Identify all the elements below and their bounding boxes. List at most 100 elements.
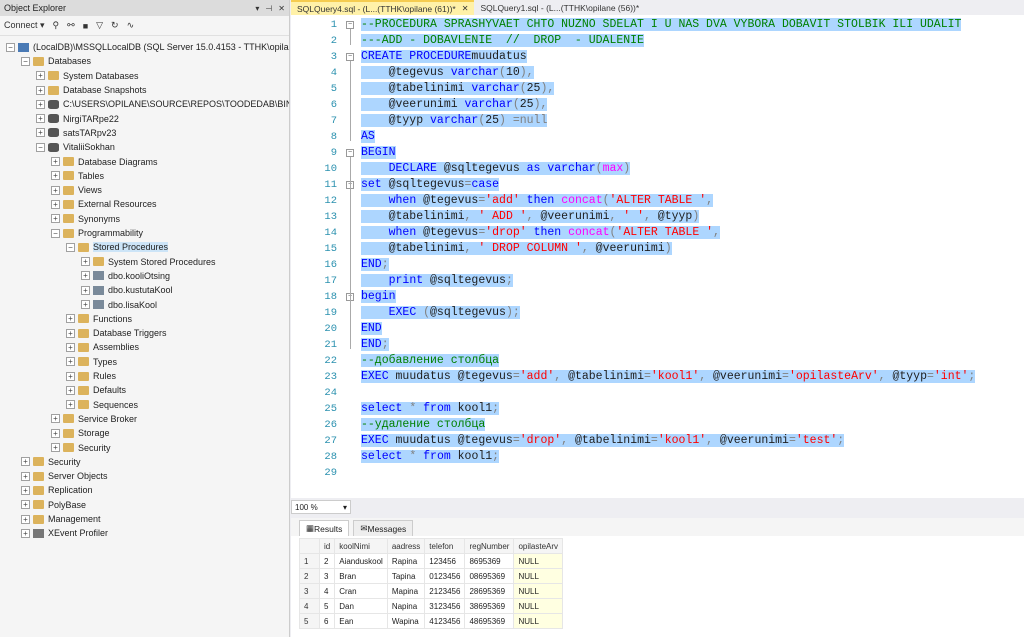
row-number[interactable]: 5 xyxy=(299,613,320,629)
expander-icon[interactable]: + xyxy=(51,414,60,424)
code-line[interactable]: when @tegevus='add' then concat('ALTER T… xyxy=(361,193,714,209)
table-cell[interactable]: 3123456 xyxy=(424,598,466,614)
close-icon[interactable]: ✕ xyxy=(278,4,285,13)
expander-icon[interactable]: + xyxy=(51,199,60,209)
code-line[interactable]: @tabelinimi, ' DROP COLUMN ', @veerunimi… xyxy=(361,241,672,257)
tree-node[interactable]: + Storage xyxy=(51,426,110,440)
tree-node[interactable]: + XEvent Profiler xyxy=(21,526,108,540)
table-cell[interactable]: 6 xyxy=(318,613,336,629)
pin-icon[interactable]: ⊣ xyxy=(265,4,272,13)
expander-icon[interactable]: + xyxy=(66,342,75,352)
expander-icon[interactable]: − xyxy=(66,242,75,252)
table-cell[interactable]: Cran xyxy=(334,583,388,599)
collapse-icon[interactable]: − xyxy=(346,53,354,61)
table-cell[interactable]: 3 xyxy=(318,568,336,584)
table-cell[interactable]: NULL xyxy=(513,598,564,614)
code-line[interactable]: --удаление столбца xyxy=(361,417,486,433)
code-line[interactable]: --добавление столбца xyxy=(361,353,500,369)
tree-node[interactable]: + C:\USERS\OPILANE\SOURCE\REPOS\TOODEDAB\… xyxy=(36,97,289,111)
tree-node[interactable]: − VitaliiSokhan xyxy=(36,140,115,154)
table-cell[interactable]: NULL xyxy=(513,613,564,629)
code-line[interactable]: set @sqltegevus=case xyxy=(361,177,500,193)
table-cell[interactable]: 123456 xyxy=(424,553,466,569)
tree-node[interactable]: − (LocalDB)\MSSQLLocalDB (SQL Server 15.0… xyxy=(6,40,289,54)
code-line[interactable]: EXEC (@sqltegevus); xyxy=(361,305,520,321)
row-number[interactable]: 3 xyxy=(299,583,320,599)
tree-node[interactable]: + Sequences xyxy=(66,398,138,412)
table-cell[interactable]: 0123456 xyxy=(424,568,466,584)
stop-icon[interactable]: ■ xyxy=(83,21,88,31)
table-cell[interactable]: 48695369 xyxy=(464,613,515,629)
expander-icon[interactable]: + xyxy=(51,428,60,438)
results-grid[interactable]: id koolNimi aadress telefon regNumber opilast… xyxy=(299,538,564,629)
query-tab[interactable]: SQLQuery4.sql - (L...(TTHK\opilane (61))… xyxy=(291,0,475,15)
code-line[interactable]: @tyyp varchar(25) =null xyxy=(361,113,548,129)
expander-icon[interactable]: + xyxy=(21,528,30,538)
table-cell[interactable]: Mapina xyxy=(386,583,426,599)
code-line[interactable]: @tegevus varchar(10), xyxy=(361,65,534,81)
expander-icon[interactable]: + xyxy=(36,99,45,109)
tree-node[interactable]: + Security xyxy=(51,440,111,454)
expander-icon[interactable]: − xyxy=(36,142,45,152)
tree-node[interactable]: + Service Broker xyxy=(51,412,137,426)
code-line[interactable]: @veerunimi varchar(25), xyxy=(361,97,548,113)
column-header[interactable]: id xyxy=(318,538,336,554)
expander-icon[interactable]: + xyxy=(81,285,90,295)
table-cell[interactable]: Bran xyxy=(334,568,388,584)
column-header[interactable]: regNumber xyxy=(464,538,515,554)
table-cell[interactable]: Tapina xyxy=(386,568,426,584)
tree-node[interactable]: + NirgiTARpe22 xyxy=(36,112,119,126)
code-line[interactable]: END; xyxy=(361,337,389,353)
column-header[interactable]: telefon xyxy=(424,538,466,554)
code-line[interactable]: @tabelinimi, ' ADD ', @veerunimi, ' ', @… xyxy=(361,209,700,225)
table-cell[interactable]: 5 xyxy=(318,598,336,614)
table-cell[interactable]: Ean xyxy=(334,613,388,629)
tree-node[interactable]: − Databases xyxy=(21,54,91,68)
expander-icon[interactable]: + xyxy=(81,300,90,310)
expander-icon[interactable]: + xyxy=(21,457,30,467)
zoom-selector[interactable]: 100 % ▾ xyxy=(291,500,351,514)
refresh-icon[interactable]: ↻ xyxy=(111,20,119,31)
table-cell[interactable]: 2123456 xyxy=(424,583,466,599)
tree-node[interactable]: + External Resources xyxy=(51,197,157,211)
activity-monitor-icon[interactable]: ∿ xyxy=(127,20,135,31)
dropdown-icon[interactable]: ▾ xyxy=(255,4,259,13)
tree-node[interactable]: + dbo.kustutaKool xyxy=(81,283,173,297)
expander-icon[interactable]: + xyxy=(51,185,60,195)
code-line[interactable]: AS xyxy=(361,129,375,145)
expander-icon[interactable]: + xyxy=(36,85,45,95)
expander-icon[interactable]: + xyxy=(36,114,45,124)
expander-icon[interactable]: + xyxy=(21,471,30,481)
code-line[interactable]: EXEC muudatus @tegevus='add', @tabelinim… xyxy=(361,369,976,385)
tree-node[interactable]: + Views xyxy=(51,183,102,197)
code-line[interactable]: BEGIN xyxy=(361,145,396,161)
column-header[interactable]: opilasteArv xyxy=(513,538,564,554)
expander-icon[interactable]: + xyxy=(36,128,45,138)
table-cell[interactable]: Rapina xyxy=(386,553,426,569)
code-line[interactable]: select * from kool1; xyxy=(361,449,500,465)
table-cell[interactable]: 28695369 xyxy=(464,583,515,599)
expander-icon[interactable]: + xyxy=(51,443,60,453)
expander-icon[interactable]: + xyxy=(36,71,45,81)
code-line[interactable]: select * from kool1; xyxy=(361,401,500,417)
table-cell[interactable]: Aianduskool xyxy=(334,553,388,569)
expander-icon[interactable]: + xyxy=(66,314,75,324)
table-cell[interactable]: Wapina xyxy=(386,613,426,629)
tree-node[interactable]: + Server Objects xyxy=(21,469,108,483)
row-number[interactable]: 1 xyxy=(299,553,320,569)
expander-icon[interactable]: + xyxy=(21,500,30,510)
connect-plug-icon[interactable]: ⚲ xyxy=(53,20,60,31)
row-number[interactable]: 2 xyxy=(299,568,320,584)
tree-node[interactable]: + Security xyxy=(21,455,81,469)
tree-node[interactable]: + Management xyxy=(21,512,101,526)
collapse-icon[interactable]: − xyxy=(346,21,354,29)
table-cell[interactable]: 2 xyxy=(318,553,336,569)
results-tab[interactable]: ▦ Results xyxy=(299,520,350,536)
code-line[interactable]: when @tegevus='drop' then concat('ALTER … xyxy=(361,225,720,241)
tree-node[interactable]: + Database Triggers xyxy=(66,326,167,340)
code-line[interactable]: begin xyxy=(361,289,396,305)
table-cell[interactable]: 38695369 xyxy=(464,598,515,614)
disconnect-icon[interactable]: ⚯ xyxy=(67,20,75,31)
connect-button[interactable]: Connect ▾ xyxy=(4,20,45,31)
tree-node[interactable]: + System Databases xyxy=(36,69,139,83)
